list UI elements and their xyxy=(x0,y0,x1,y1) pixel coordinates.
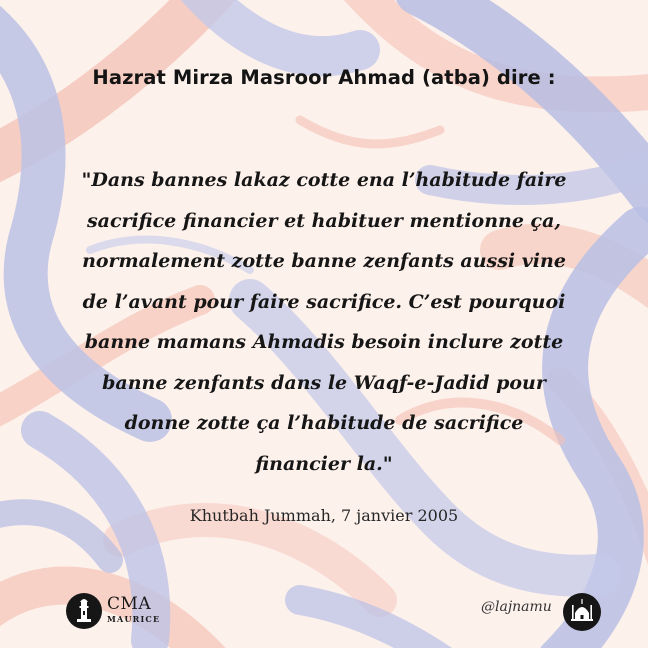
quote-card: Hazrat Mirza Masroor Ahmad (atba) dire :… xyxy=(0,0,648,648)
quote-line: banne mamans Ahmadis besoin inclure zott… xyxy=(84,331,564,353)
org-logo-text: CMA MAURICE xyxy=(107,594,161,625)
org-subtitle: MAURICE xyxy=(107,614,161,624)
quote-line: financier la." xyxy=(255,452,393,475)
quote-text: "Dans bannes lakaz cotte ena l’habitude … xyxy=(54,160,594,484)
quote-attribution-heading: Hazrat Mirza Masroor Ahmad (atba) dire : xyxy=(92,66,556,89)
org-name: CMA xyxy=(107,594,152,614)
quote-line: donne zotte ça l’habitude de sacrifice xyxy=(124,412,524,434)
quote-line: banne zenfants dans le Waqf-e-Jadid pour xyxy=(102,371,546,394)
quote-source: Khutbah Jummah, 7 janvier 2005 xyxy=(189,506,459,525)
quote-line: sacrifice financier et habituer mentionn… xyxy=(86,209,562,232)
social-handle: @lajnamu xyxy=(481,599,552,615)
mosque-dome-icon xyxy=(563,593,601,631)
quote-line: de l’avant pour faire sacrifice. C’est p… xyxy=(82,290,566,313)
quote-line: "Dans bannes lakaz cotte ena l’habitude … xyxy=(81,169,567,191)
mosque-minaret-icon xyxy=(66,593,102,629)
quote-line: normalement zotte banne zenfants aussi v… xyxy=(82,250,566,272)
